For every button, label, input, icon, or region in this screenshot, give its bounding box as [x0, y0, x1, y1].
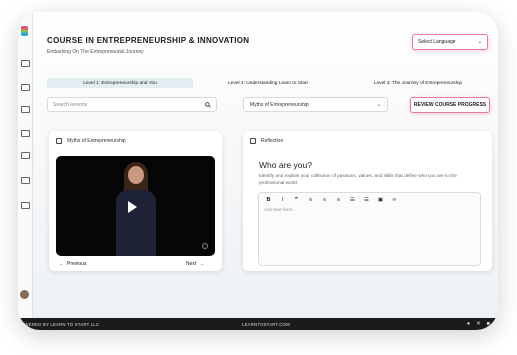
left-sidebar — [18, 12, 33, 318]
video-card: Myths of Entrepreneurship ← Previous Nex… — [49, 131, 222, 271]
tab-level-3[interactable]: Level 3: The Journey of Entrepreneurship — [343, 78, 493, 88]
arrow-right-icon: → — [199, 261, 205, 267]
list-icon[interactable] — [21, 130, 30, 137]
editor-placeholder: Add text here... — [264, 208, 297, 213]
chevron-down-icon: ⌄ — [376, 101, 381, 108]
reflection-editor[interactable]: B I ❞ ≡ ≡ ≡ ☰ ☰ ▣ ∞ Add text here... — [258, 192, 481, 266]
arrow-left-icon: ← — [59, 261, 64, 267]
avatar[interactable] — [20, 290, 29, 299]
logo-icon — [21, 26, 28, 36]
tab-label: Level 2: Understanding Learn to Start — [228, 80, 308, 86]
next-button[interactable]: Next → — [186, 261, 204, 267]
search-placeholder: Search lessons — [53, 101, 88, 108]
bold-icon[interactable]: B — [265, 197, 272, 203]
align-center-icon[interactable]: ≡ — [321, 197, 328, 203]
tab-label: Level 1: Entrepreneurship and You — [83, 80, 157, 86]
chart-icon[interactable] — [21, 202, 30, 209]
search-icon — [205, 101, 211, 108]
quote-icon[interactable]: ❞ — [293, 197, 300, 203]
language-select[interactable]: Select Language ⌄ — [412, 34, 488, 50]
search-input[interactable]: Search lessons — [47, 97, 217, 112]
page-subtitle: Embarking On The Entrepreneurial Journey — [47, 49, 144, 55]
book-icon[interactable] — [21, 84, 30, 91]
reflection-description: Identify and explain your collection of … — [259, 173, 457, 185]
page-title: COURSE IN ENTREPRENEURSHIP & INNOVATION — [47, 36, 250, 45]
video-card-header: Myths of Entrepreneurship — [56, 138, 126, 144]
document-icon — [250, 138, 256, 144]
level-tabs: Level 1: Entrepreneurship and You Level … — [47, 78, 493, 88]
calendar-icon[interactable] — [21, 106, 30, 113]
tab-label: Level 3: The Journey of Entrepreneurship — [373, 80, 463, 86]
tab-level-1[interactable]: Level 1: Entrepreneurship and You — [47, 78, 193, 88]
previous-button[interactable]: ← Previous — [59, 261, 86, 267]
presenter-face — [128, 166, 144, 184]
home-icon[interactable] — [21, 60, 30, 67]
users-icon[interactable] — [21, 152, 30, 159]
image-icon[interactable]: ▣ — [377, 197, 384, 203]
play-icon[interactable] — [128, 201, 137, 213]
video-player[interactable] — [56, 156, 215, 256]
tab-level-2[interactable]: Level 2: Understanding Learn to Start — [193, 78, 343, 88]
device-frame: COURSE IN ENTREPRENEURSHIP & INNOVATION … — [18, 12, 498, 330]
footer-website-link[interactable]: LEARNTOSTART.COM — [242, 322, 290, 327]
link-icon[interactable]: ∞ — [391, 197, 398, 203]
globe-icon[interactable]: ● — [467, 321, 470, 327]
video-card-title: Myths of Entrepreneurship — [67, 138, 126, 144]
language-select-label: Select Language — [418, 39, 456, 45]
footer-powered-by: OWERED BY LEARN TO START LLC — [21, 321, 100, 327]
footer: OWERED BY LEARN TO START LLC LEARNTOSTAR… — [18, 318, 498, 330]
review-progress-button[interactable]: REVIEW COURSE PROGRESS — [410, 97, 490, 113]
reflection-card-header: Reflection — [250, 138, 283, 144]
italic-icon[interactable]: I — [279, 197, 286, 203]
lesson-select[interactable]: Myths of Entrepreneurship ⌄ — [243, 97, 388, 112]
video-icon — [56, 138, 62, 144]
bullet-list-icon[interactable]: ☰ — [349, 197, 356, 203]
reflection-card-title: Reflection — [261, 138, 284, 144]
settings-icon[interactable] — [21, 177, 30, 184]
align-left-icon[interactable]: ≡ — [307, 197, 314, 203]
next-label: Next — [186, 261, 197, 267]
linkedin-icon[interactable]: ■ — [487, 321, 490, 327]
reflection-card: Reflection Who are you? Identify and exp… — [243, 131, 492, 271]
align-right-icon[interactable]: ≡ — [335, 197, 342, 203]
previous-label: Previous — [67, 261, 87, 267]
editor-toolbar: B I ❞ ≡ ≡ ≡ ☰ ☰ ▣ ∞ — [265, 197, 398, 203]
main-content: COURSE IN ENTREPRENEURSHIP & INNOVATION … — [33, 12, 498, 318]
reflection-question: Who are you? — [259, 160, 312, 170]
chevron-down-icon: ⌄ — [477, 39, 482, 45]
watermark-icon — [202, 243, 208, 249]
x-icon[interactable]: ✕ — [476, 321, 481, 327]
numbered-list-icon[interactable]: ☰ — [363, 197, 370, 203]
presenter-body — [116, 190, 156, 256]
lesson-select-label: Myths of Entrepreneurship — [250, 101, 309, 108]
